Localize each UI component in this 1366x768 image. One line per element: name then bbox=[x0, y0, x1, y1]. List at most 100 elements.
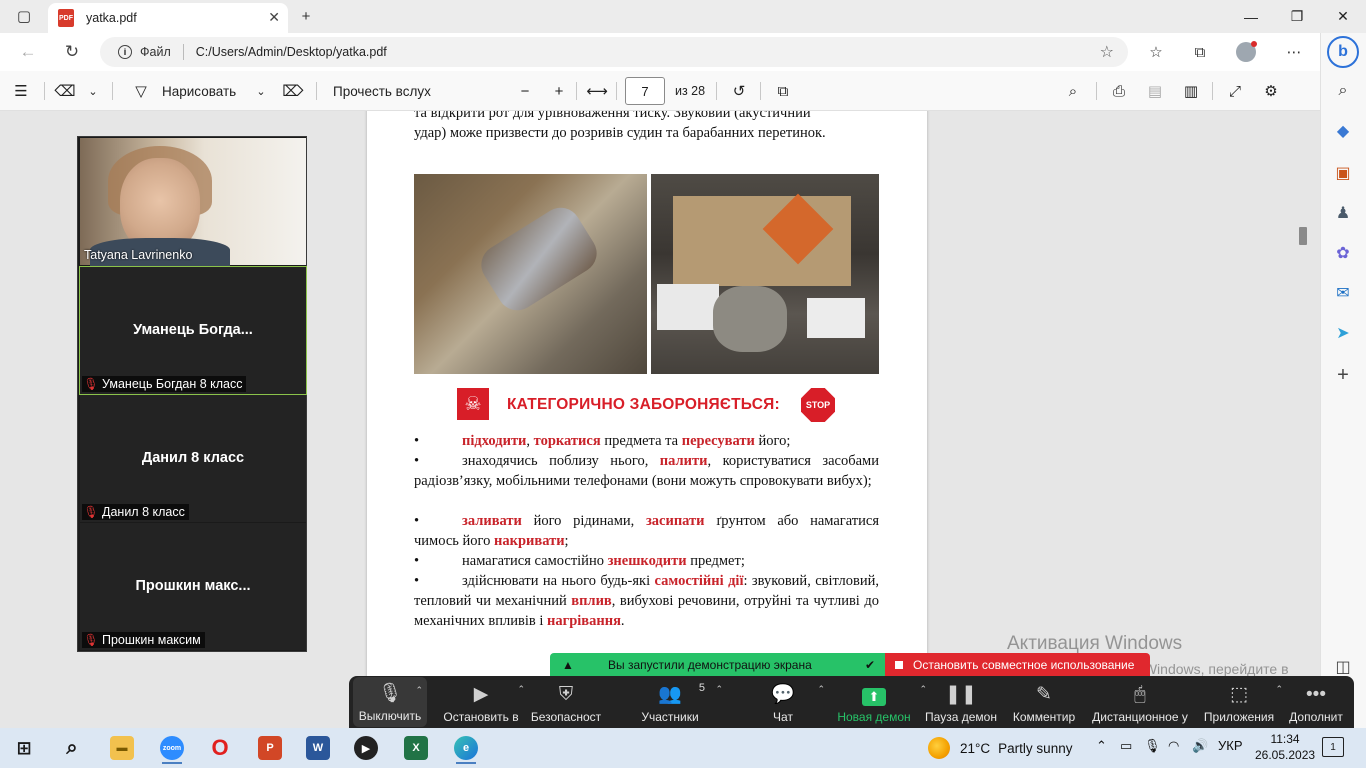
stop-share-button[interactable]: Остановить совместное использование bbox=[885, 653, 1150, 676]
url-field[interactable]: i Файл C:/Users/Admin/Desktop/yatka.pdf … bbox=[100, 37, 1128, 67]
page-number-input[interactable]: 7 bbox=[625, 77, 665, 105]
list-item: • здійснювати на нього будь-які самостійн… bbox=[414, 571, 879, 631]
pause-share-button[interactable]: ❚❚ Пауза демон bbox=[923, 676, 999, 728]
zoom-out-button[interactable]: − bbox=[514, 79, 536, 103]
contents-list-icon[interactable]: ☰ bbox=[10, 79, 32, 103]
signal-strength-icon[interactable]: ▲ bbox=[562, 658, 574, 672]
settings-more-icon[interactable]: ⋯ bbox=[1282, 41, 1306, 63]
draw-pen-icon[interactable]: ▽ bbox=[130, 79, 152, 103]
start-button[interactable]: ⊞ bbox=[4, 732, 44, 764]
tab-yatka-pdf[interactable]: PDF yatka.pdf ✕ bbox=[48, 3, 288, 33]
search-document-icon[interactable]: ⌕ bbox=[1062, 79, 1084, 103]
minimize-button[interactable]: — bbox=[1228, 0, 1274, 33]
chat-chevron-icon[interactable]: ⌃ bbox=[817, 684, 825, 695]
taskbar-clock[interactable]: 11:34 26.05.2023 bbox=[1255, 731, 1315, 763]
participants-button[interactable]: 👥 5 Участники ⌃ bbox=[637, 676, 723, 728]
show-hidden-icons-chevron-icon[interactable]: ⌃ bbox=[1096, 738, 1107, 754]
red-keyword: засипати bbox=[645, 513, 705, 529]
collections-icon[interactable]: ⧉ bbox=[1188, 41, 1212, 63]
tab-close-icon[interactable]: ✕ bbox=[268, 9, 280, 26]
scrollbar-thumb[interactable] bbox=[1299, 227, 1307, 245]
favorites-icon[interactable]: ☆ bbox=[1144, 41, 1168, 63]
save-icon[interactable]: ▤ bbox=[1144, 79, 1166, 103]
shopping-tag-icon[interactable]: ◆ bbox=[1330, 119, 1356, 143]
back-arrow-icon[interactable]: ← bbox=[14, 39, 42, 65]
taskbar-word[interactable]: W bbox=[298, 732, 338, 764]
taskbar-opera[interactable]: O bbox=[200, 732, 240, 764]
tools-briefcase-icon[interactable]: ▣ bbox=[1330, 161, 1356, 185]
word-icon: W bbox=[306, 736, 330, 760]
microphone-tray-icon[interactable]: 🎙 bbox=[1144, 738, 1161, 754]
annotate-button[interactable]: ✎ Комментир bbox=[1009, 676, 1079, 728]
taskbar-zoom[interactable]: zoom bbox=[152, 732, 192, 764]
search-icon[interactable]: ⌕ bbox=[1330, 79, 1356, 103]
add-app-icon[interactable]: + bbox=[1330, 363, 1356, 387]
search-button[interactable]: ⌕ bbox=[52, 732, 92, 764]
participant-tile[interactable]: Данил 8 класс 🎙 Данил 8 класс bbox=[80, 395, 306, 522]
draw-button[interactable]: Нарисовать bbox=[162, 79, 236, 103]
highlight-icon[interactable]: ⌫ bbox=[54, 79, 76, 103]
bing-chat-icon[interactable]: b bbox=[1327, 36, 1359, 68]
video-chevron-icon[interactable]: ⌃ bbox=[517, 684, 525, 695]
games-icon[interactable]: ♟ bbox=[1330, 201, 1356, 225]
new-tab-button[interactable]: + bbox=[292, 4, 320, 28]
fullscreen-icon[interactable]: ⤢ bbox=[1224, 79, 1246, 103]
add-favorite-icon[interactable]: ☆ bbox=[1100, 42, 1114, 62]
security-button[interactable]: ⛨ Безопасност bbox=[529, 676, 603, 728]
participants-chevron-icon[interactable]: ⌃ bbox=[715, 684, 723, 695]
stop-video-button[interactable]: ▶ Остановить в ⌃ bbox=[441, 676, 525, 728]
participant-video-tile[interactable]: Tatyana Lavrinenko bbox=[80, 138, 306, 268]
input-language[interactable]: УКР bbox=[1218, 738, 1243, 753]
bullet-marker: • bbox=[414, 553, 420, 569]
taskbar-file-explorer[interactable]: ▬ bbox=[102, 732, 142, 764]
close-window-button[interactable]: ✕ bbox=[1320, 0, 1366, 33]
battery-icon[interactable]: ▭ bbox=[1120, 738, 1132, 754]
drop-send-icon[interactable]: ➤ bbox=[1330, 321, 1356, 345]
participant-name: Данил 8 класс bbox=[102, 505, 185, 519]
toolbar-divider bbox=[112, 82, 113, 100]
tab-actions-icon[interactable]: ▢ bbox=[10, 4, 38, 28]
remote-control-button[interactable]: 🖱 Дистанционное у bbox=[1089, 676, 1191, 728]
chat-button[interactable]: 💬 Чат ⌃ bbox=[759, 676, 825, 728]
info-icon[interactable]: i bbox=[118, 45, 132, 59]
list-text: . bbox=[620, 613, 625, 629]
draw-chevron-icon[interactable]: ⌄ bbox=[250, 79, 272, 103]
zoom-in-button[interactable]: + bbox=[548, 79, 570, 103]
zoom-video-panel[interactable]: Tatyana Lavrinenko Уманець Богда... 🎙 Ум… bbox=[77, 136, 307, 652]
apps-button[interactable]: ⬚ Приложения ⌃ bbox=[1201, 676, 1283, 728]
taskbar-excel[interactable]: X bbox=[396, 732, 436, 764]
share-status-bar[interactable]: ▲ Вы запустили демонстрацию экрана ✔ bbox=[550, 653, 885, 676]
list-item: • підходити, торкатися предмета та пересу… bbox=[414, 431, 879, 451]
mute-button[interactable]: 🎙 Выключить ⌃ bbox=[353, 677, 427, 727]
taskbar-powerpoint[interactable]: P bbox=[250, 732, 290, 764]
participant-tile[interactable]: Уманець Богда... 🎙 Уманець Богдан 8 клас… bbox=[79, 266, 307, 395]
notification-center-icon[interactable]: 1 bbox=[1322, 737, 1344, 757]
pause-share-label: Пауза демон bbox=[925, 710, 997, 724]
red-keyword: пересувати bbox=[681, 433, 755, 449]
eraser-icon[interactable]: ⌦ bbox=[282, 79, 304, 103]
pdf-settings-gear-icon[interactable]: ⚙ bbox=[1260, 79, 1282, 103]
apps-chevron-icon[interactable]: ⌃ bbox=[1275, 684, 1283, 695]
participant-tile[interactable]: Прошкин макс... 🎙 Прошкин максим bbox=[80, 523, 306, 650]
fit-to-width-icon[interactable]: ⟷ bbox=[586, 79, 608, 103]
new-share-button[interactable]: ⬆ Новая демон ⌃ bbox=[835, 676, 927, 728]
wifi-icon[interactable]: ◠ bbox=[1168, 738, 1179, 754]
refresh-icon[interactable]: ↻ bbox=[58, 39, 86, 65]
mute-chevron-icon[interactable]: ⌃ bbox=[415, 685, 423, 696]
more-button[interactable]: ••• Дополнит bbox=[1287, 676, 1345, 728]
rotate-icon[interactable]: ↺ bbox=[728, 79, 750, 103]
save-as-icon[interactable]: ▥ bbox=[1180, 79, 1202, 103]
taskbar-media-player[interactable]: ▶ bbox=[346, 732, 386, 764]
url-text[interactable]: C:/Users/Admin/Desktop/yatka.pdf bbox=[196, 45, 387, 59]
read-aloud-button[interactable]: Прочесть вслух bbox=[333, 79, 431, 103]
outlook-icon[interactable]: ✉ bbox=[1330, 281, 1356, 305]
highlight-chevron-icon[interactable]: ⌄ bbox=[82, 79, 104, 103]
taskbar-edge[interactable]: e bbox=[446, 732, 486, 764]
pdf-toolbar: ☰ ⌫ ⌄ ▽ Нарисовать ⌄ ⌦ Прочесть вслух − … bbox=[0, 71, 1320, 111]
volume-icon[interactable]: 🔊 bbox=[1192, 738, 1208, 754]
weather-widget[interactable]: 21°C Partly sunny bbox=[928, 728, 1072, 768]
print-icon[interactable]: ⎙ bbox=[1108, 79, 1130, 103]
restore-button[interactable]: ❐ bbox=[1274, 0, 1320, 33]
page-view-icon[interactable]: ⧉ bbox=[772, 79, 794, 103]
office-icon[interactable]: ✿ bbox=[1330, 241, 1356, 265]
